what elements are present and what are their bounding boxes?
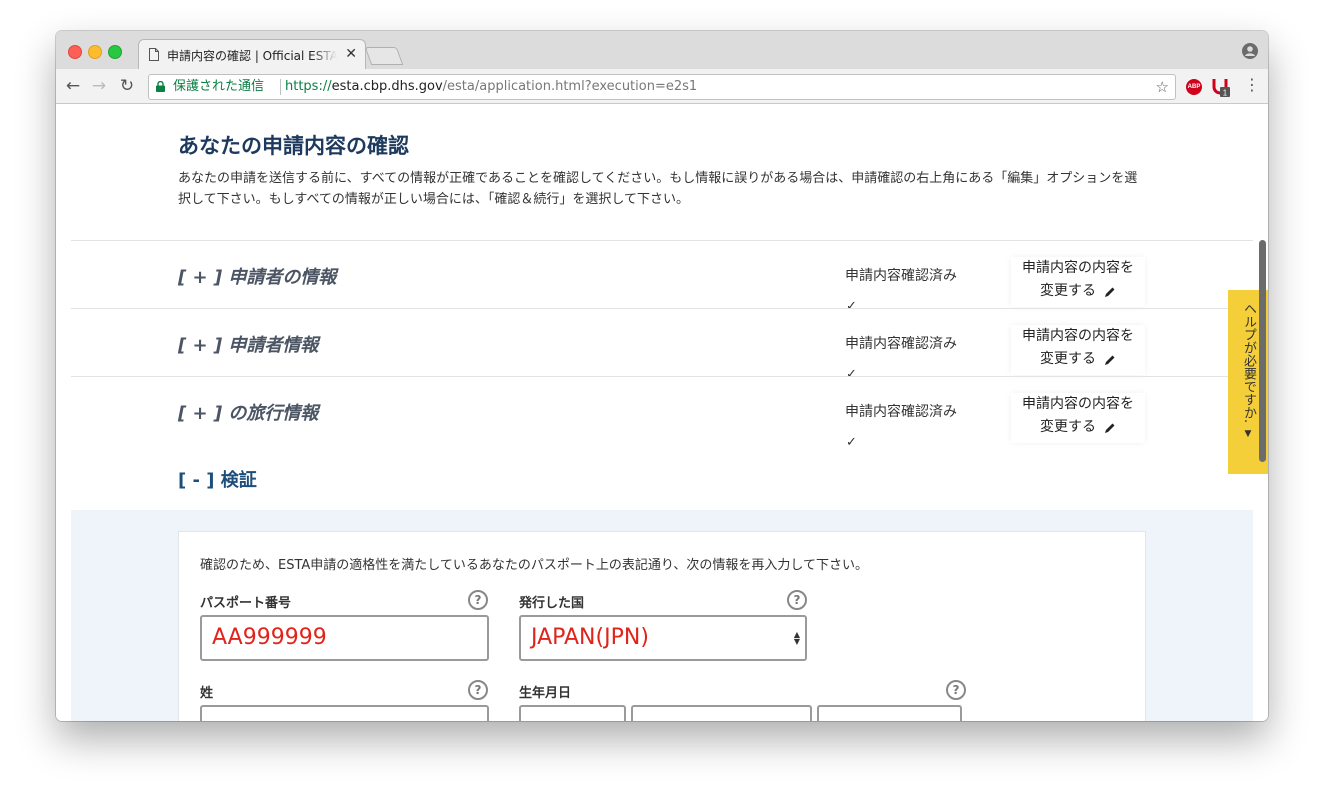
url-host: esta.cbp.dhs.gov bbox=[331, 79, 443, 94]
secure-connection-label[interactable]: 保護された通信 bbox=[173, 75, 264, 99]
page-viewport: あなたの申請内容の確認 あなたの申請を送信する前に、すべての情報が正確であること… bbox=[56, 104, 1268, 721]
dob-day-select[interactable] bbox=[519, 705, 626, 721]
page-title: あなたの申請内容の確認 bbox=[178, 134, 409, 158]
forward-arrow-icon[interactable]: → bbox=[88, 75, 110, 97]
zoom-window-button[interactable] bbox=[108, 45, 122, 59]
tab-close-icon[interactable]: ✕ bbox=[345, 46, 357, 62]
section-status: 申請内容確認済み bbox=[845, 268, 957, 284]
browser-window: 申請内容の確認 | Official ESTA Application Webs… bbox=[56, 31, 1268, 721]
reload-icon[interactable]: ↻ bbox=[116, 75, 138, 97]
pencil-icon bbox=[1105, 287, 1115, 297]
section-toggle[interactable]: [ + ] 申請者情報 bbox=[178, 331, 318, 357]
issuing-country-value: JAPAN(JPN) bbox=[531, 625, 649, 650]
edit-label-line2: 変更する bbox=[1040, 419, 1096, 435]
section-toggle-verification[interactable]: [ - ] 検証 bbox=[178, 466, 257, 492]
tab-title: 申請内容の確認 | Official ESTA Application Webs… bbox=[167, 49, 337, 63]
issuing-country-label: 発行した国 bbox=[519, 596, 585, 611]
issuing-country-select[interactable]: JAPAN(JPN) ▲ ▼ bbox=[519, 615, 807, 661]
help-icon[interactable]: ? bbox=[946, 680, 966, 700]
verification-panel: 確認のため、ESTA申請の適格性を満たしているあなたのパスポート上の表記通り、次… bbox=[71, 510, 1253, 721]
surname-label: 姓 bbox=[200, 686, 214, 701]
browser-menu-icon[interactable]: ⋮ bbox=[1244, 77, 1260, 93]
surname-input[interactable] bbox=[200, 705, 489, 721]
section-travel-info: [ + ] の旅行情報 申請内容確認済み ✓ 申請内容の内容を 変更する bbox=[71, 376, 1253, 450]
dob-year-select[interactable] bbox=[817, 705, 962, 721]
new-tab-button[interactable] bbox=[364, 47, 404, 65]
help-icon[interactable]: ? bbox=[787, 590, 807, 610]
passport-number-label: パスポート番号 bbox=[200, 596, 292, 611]
url-separator bbox=[280, 79, 281, 95]
passport-number-input[interactable]: AA999999 bbox=[200, 615, 489, 661]
date-of-birth-label: 生年月日 bbox=[519, 686, 572, 701]
lock-icon bbox=[156, 81, 165, 92]
edit-button[interactable]: 申請内容の内容を 変更する bbox=[1011, 393, 1145, 443]
pencil-icon bbox=[1105, 355, 1115, 365]
adblock-plus-icon[interactable]: ABP bbox=[1186, 79, 1202, 95]
help-icon[interactable]: ? bbox=[468, 680, 488, 700]
document-icon bbox=[149, 48, 159, 61]
edit-label-line1: 申請内容の内容を bbox=[1022, 260, 1134, 276]
verification-card: 確認のため、ESTA申請の適格性を満たしているあなたのパスポート上の表記通り、次… bbox=[178, 531, 1146, 721]
section-applicant-details: [ + ] 申請者情報 申請内容確認済み ✓ 申請内容の内容を 変更する bbox=[71, 308, 1253, 382]
edit-label-line2: 変更する bbox=[1040, 283, 1096, 299]
edit-label-line2: 変更する bbox=[1040, 351, 1096, 367]
check-icon: ✓ bbox=[846, 435, 857, 450]
address-bar[interactable]: 保護された通信 https://esta.cbp.dhs.gov/esta/ap… bbox=[148, 74, 1176, 100]
edit-button[interactable]: 申請内容の内容を 変更する bbox=[1011, 257, 1145, 307]
tab-bar: 申請内容の確認 | Official ESTA Application Webs… bbox=[56, 31, 1268, 70]
extension-badge: 1 bbox=[1223, 89, 1228, 98]
dob-month-select[interactable] bbox=[631, 705, 812, 721]
bookmark-star-icon[interactable]: ☆ bbox=[1156, 75, 1169, 99]
browser-tab[interactable]: 申請内容の確認 | Official ESTA Application Webs… bbox=[138, 39, 366, 70]
section-status: 申請内容確認済み bbox=[845, 336, 957, 352]
back-arrow-icon[interactable]: ← bbox=[62, 75, 84, 97]
edit-button[interactable]: 申請内容の内容を 変更する bbox=[1011, 325, 1145, 375]
help-icon[interactable]: ? bbox=[468, 590, 488, 610]
profile-icon[interactable] bbox=[1242, 43, 1258, 59]
section-toggle[interactable]: [ + ] の旅行情報 bbox=[178, 399, 318, 425]
minimize-window-button[interactable] bbox=[88, 45, 102, 59]
url-scheme: https:// bbox=[285, 79, 332, 94]
close-window-button[interactable] bbox=[68, 45, 82, 59]
section-toggle[interactable]: [ + ] 申請者の情報 bbox=[178, 263, 336, 289]
select-arrows-icon: ▲ ▼ bbox=[793, 630, 800, 646]
url-path: /esta/application.html?execution=e2s1 bbox=[442, 79, 698, 94]
verification-instructions: 確認のため、ESTA申請の適格性を満たしているあなたのパスポート上の表記通り、次… bbox=[200, 558, 868, 573]
pencil-icon bbox=[1105, 423, 1115, 433]
edit-label-line1: 申請内容の内容を bbox=[1022, 396, 1134, 412]
browser-toolbar: ← → ↻ 保護された通信 https://esta.cbp.dhs.gov/e… bbox=[56, 69, 1268, 104]
section-applicant-info: [ + ] 申請者の情報 申請内容確認済み ✓ 申請内容の内容を 変更する bbox=[71, 240, 1253, 314]
extension-icon[interactable]: 1 bbox=[1212, 77, 1230, 97]
page-intro: あなたの申請を送信する前に、すべての情報が正確であることを確認してください。もし… bbox=[178, 171, 1138, 207]
edit-label-line1: 申請内容の内容を bbox=[1022, 328, 1134, 344]
scrollbar[interactable] bbox=[1259, 240, 1266, 462]
section-status: 申請内容確認済み bbox=[845, 404, 957, 420]
url-text[interactable]: https://esta.cbp.dhs.gov/esta/applicatio… bbox=[285, 75, 697, 99]
